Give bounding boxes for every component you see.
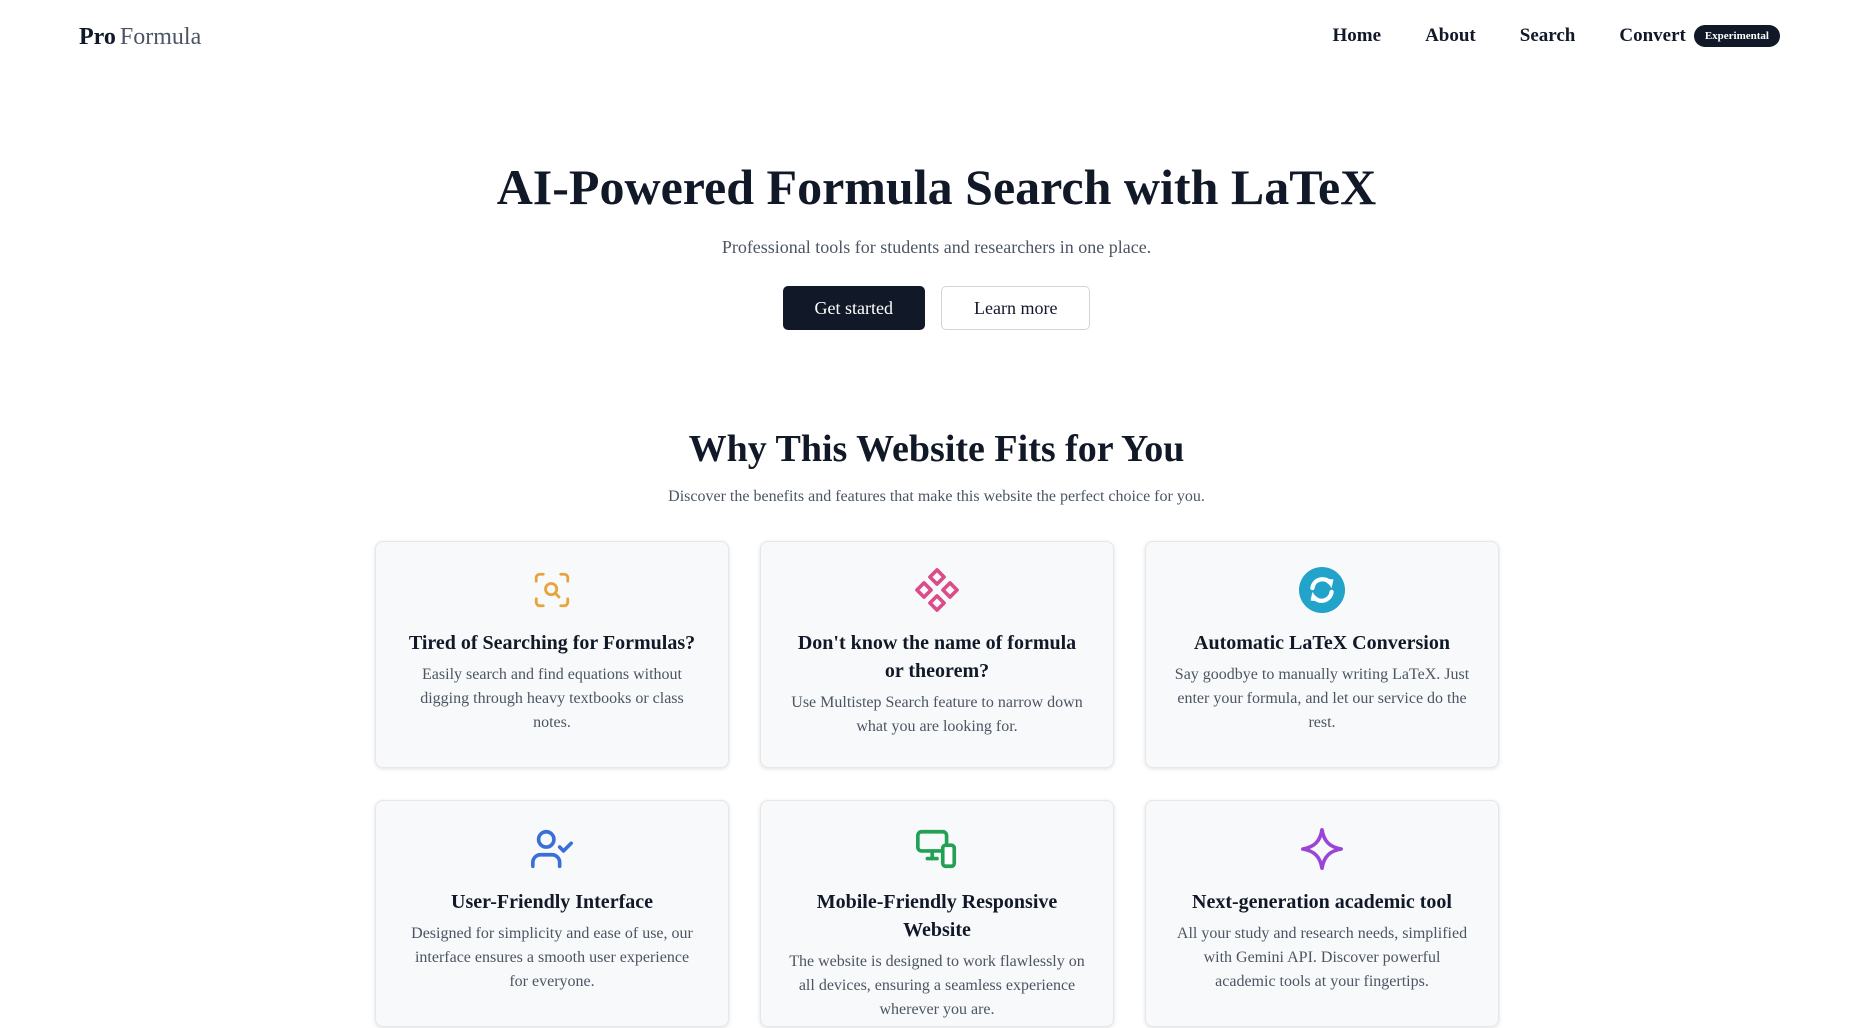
feature-text: Use Multistep Search feature to narrow d… (791, 694, 1083, 735)
nav-convert[interactable]: Convert (1619, 22, 1685, 50)
nav-search[interactable]: Search (1520, 22, 1576, 50)
logo-bold-text: Pro (79, 24, 116, 50)
site-header: Pro Formula Home About Search Convert Exp… (0, 0, 1873, 72)
hero-buttons: Get started Learn more (0, 286, 1873, 330)
features-section: Why This Website Fits for You Discover t… (0, 425, 1873, 508)
feature-card: Automatic LaTeX Conversion Say goodbye t… (1145, 541, 1499, 768)
learn-more-button[interactable]: Learn more (941, 286, 1091, 330)
nav-home[interactable]: Home (1333, 22, 1382, 50)
scan-search-icon (529, 567, 575, 613)
hero-subtitle: Professional tools for students and rese… (721, 237, 1152, 257)
feature-title: Don't know the name of formula or theore… (797, 632, 1077, 682)
feature-card: Tired of Searching for Formulas? Easily … (375, 541, 729, 768)
feature-title: Next-generation academic tool (1192, 891, 1452, 913)
devices-icon (914, 826, 960, 872)
feature-title: Tired of Searching for Formulas? (408, 632, 696, 654)
feature-text: Designed for simplicity and ease of use,… (411, 925, 693, 990)
feature-text: Say goodbye to manually writing LaTeX. J… (1174, 666, 1470, 731)
diamonds-icon (914, 567, 960, 613)
feature-text: All your study and research needs, simpl… (1176, 925, 1468, 990)
hero-title: AI-Powered Formula Search with LaTeX (496, 159, 1377, 215)
features-subtitle: Discover the benefits and features that … (668, 488, 1205, 505)
get-started-button[interactable]: Get started (782, 286, 925, 330)
feature-card: Don't know the name of formula or theore… (760, 541, 1114, 768)
sparkle-icon (1299, 826, 1345, 872)
logo-light-text: Formula (119, 24, 202, 50)
feature-title: User-Friendly Interface (451, 891, 653, 913)
hero-section: AI-Powered Formula Search with LaTeX Pro… (0, 156, 1873, 330)
feature-text: Easily search and find equations without… (420, 666, 684, 731)
experimental-badge: Experimental (1693, 25, 1780, 47)
feature-title: Mobile-Friendly Responsive Website (816, 891, 1058, 941)
feature-card: Mobile-Friendly Responsive Website The w… (760, 800, 1114, 1027)
main-nav: Home About Search Convert Experimental (1333, 22, 1780, 50)
feature-text: The website is designed to work flawless… (789, 953, 1085, 1018)
feature-card: Next-generation academic tool All your s… (1145, 800, 1499, 1027)
feature-title: Automatic LaTeX Conversion (1194, 632, 1450, 654)
nav-about[interactable]: About (1425, 22, 1476, 50)
feature-grid: Tired of Searching for Formulas? Easily … (375, 541, 1499, 1027)
feature-card: User-Friendly Interface Designed for sim… (375, 800, 729, 1027)
site-logo[interactable]: Pro Formula (79, 22, 201, 52)
refresh-circle-icon (1299, 567, 1345, 613)
features-title: Why This Website Fits for You (688, 428, 1185, 470)
user-check-icon (529, 826, 575, 872)
